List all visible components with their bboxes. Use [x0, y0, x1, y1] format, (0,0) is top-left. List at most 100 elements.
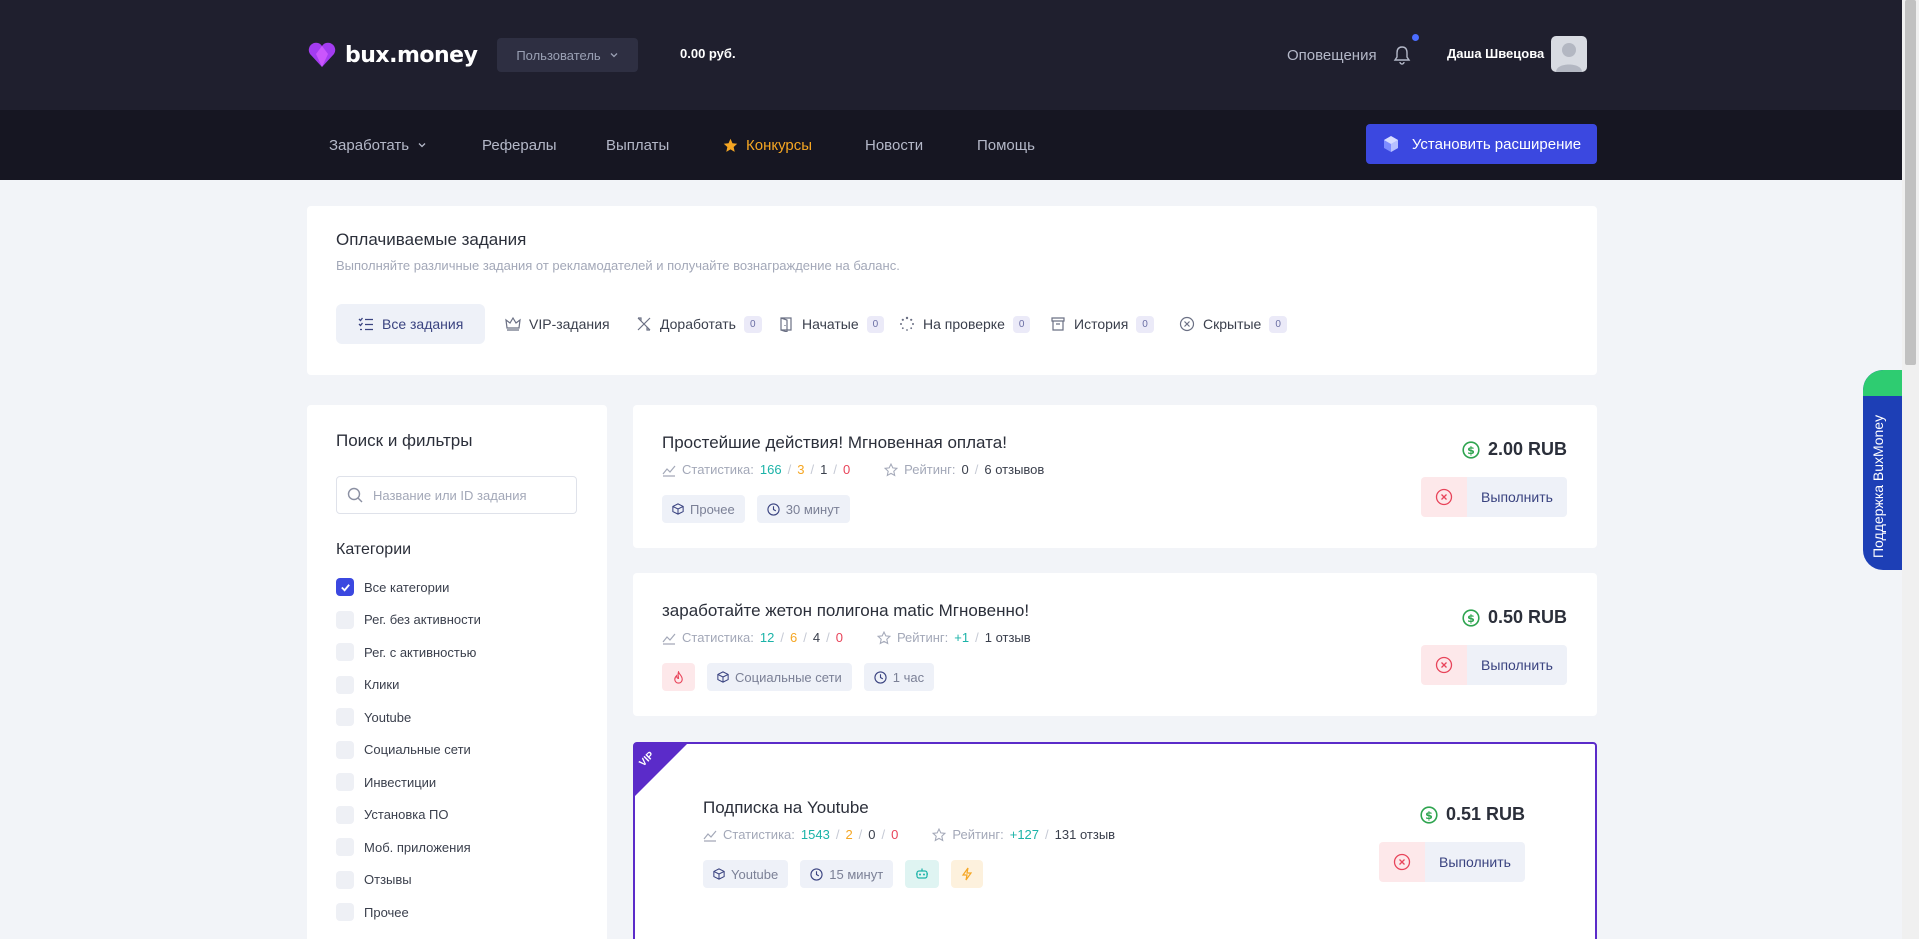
nav-referrals[interactable]: Рефералы	[482, 134, 557, 156]
category-software[interactable]: Установка ПО	[336, 799, 481, 832]
task-actions: Выполнить	[1379, 842, 1525, 882]
category-label: Клики	[364, 677, 400, 693]
star-outline-icon	[932, 827, 947, 841]
category-mobile-apps[interactable]: Моб. приложения	[336, 831, 481, 864]
nav-payouts-label: Выплаты	[606, 136, 670, 154]
checkbox[interactable]	[336, 870, 354, 889]
do-task-button[interactable]: Выполнить	[1467, 477, 1567, 517]
checkbox[interactable]	[336, 805, 354, 824]
close-circle-icon	[1393, 853, 1411, 871]
checkbox[interactable]	[336, 903, 354, 922]
task-stats: Статистика: 166/ 3/ 1/ 0 Рейтинг: 0/ 6 о…	[662, 462, 1044, 477]
vip-ribbon	[635, 744, 687, 796]
support-widget[interactable]: Поддержка BuxMoney	[1863, 370, 1902, 570]
category-label: Рег. с активностью	[364, 644, 477, 660]
page-scrollbar[interactable]	[1902, 0, 1919, 939]
task-card[interactable]: заработайте жетон полигона matic Мгновен…	[633, 573, 1597, 716]
rating-value: +127	[1009, 827, 1040, 842]
price-value: 2.00 RUB	[1487, 439, 1567, 459]
user-role-select[interactable]: Пользователь	[497, 38, 638, 72]
checkbox[interactable]	[336, 643, 354, 662]
main-nav	[0, 110, 1902, 180]
category-label: Рег. без активности	[364, 612, 481, 628]
nav-earn[interactable]: Заработать	[329, 134, 427, 156]
nav-contests[interactable]: Конкурсы	[723, 134, 812, 156]
category-clicks[interactable]: Клики	[336, 669, 481, 702]
task-tags: Youtube 15 минут	[703, 860, 984, 888]
scrollbar-thumb[interactable]	[1905, 0, 1916, 365]
door-icon	[780, 317, 792, 332]
box-icon	[672, 503, 684, 515]
star-icon	[723, 138, 738, 152]
category-all[interactable]: Все категории	[336, 571, 481, 604]
tab-hidden[interactable]: Скрытые 0	[1157, 304, 1309, 344]
category-investments[interactable]: Инвестиции	[336, 766, 481, 799]
archive-icon	[1051, 317, 1065, 331]
trend-icon	[703, 830, 717, 842]
do-task-button[interactable]: Выполнить	[1425, 842, 1525, 882]
checkbox[interactable]	[336, 773, 354, 792]
user-name[interactable]: Даша Швецова	[1447, 46, 1544, 61]
time-tag-label: 15 минут	[829, 866, 884, 882]
search-input[interactable]	[373, 487, 563, 503]
chevron-down-icon	[418, 143, 426, 148]
rating-label: Рейтинг:	[952, 827, 1004, 842]
checkbox[interactable]	[336, 675, 354, 694]
list-check-icon	[358, 317, 373, 331]
tab-vip-tasks[interactable]: VIP-задания	[483, 304, 632, 344]
tab-all-tasks[interactable]: Все задания	[336, 304, 486, 344]
category-tag: Прочее	[662, 495, 745, 523]
clock-icon	[874, 670, 887, 684]
bell-icon[interactable]	[1391, 34, 1419, 66]
logo[interactable]: bux.money	[307, 40, 478, 70]
time-tag-label: 1 час	[892, 669, 925, 685]
rating-value: +1	[954, 630, 970, 645]
hide-task-button[interactable]	[1421, 645, 1467, 685]
cube-icon	[1383, 136, 1398, 152]
category-social[interactable]: Социальные сети	[336, 734, 481, 767]
categories-title: Категории	[336, 541, 412, 558]
checkbox[interactable]	[336, 740, 354, 759]
task-title[interactable]: заработайте жетон полигона matic Мгновен…	[662, 601, 1029, 621]
notifications[interactable]: Оповещения	[1287, 34, 1419, 66]
nav-contests-label: Конкурсы	[746, 136, 813, 154]
time-tag: 1 час	[863, 663, 935, 691]
hide-task-button[interactable]	[1421, 477, 1467, 517]
do-task-button[interactable]: Выполнить	[1467, 645, 1567, 685]
tab-history-label: История	[1074, 316, 1129, 332]
task-title[interactable]: Подписка на Youtube	[703, 798, 869, 818]
tasks-header-card: Оплачиваемые задания Выполняйте различны…	[307, 206, 1597, 375]
task-actions: Выполнить	[1421, 645, 1567, 685]
vip-task-card[interactable]: VIP Подписка на Youtube Статистика: 1543…	[633, 742, 1597, 939]
category-youtube[interactable]: Youtube	[336, 701, 481, 734]
checkbox-checked[interactable]	[336, 578, 354, 597]
nav-payouts[interactable]: Выплаты	[606, 134, 669, 156]
support-accent	[1863, 370, 1902, 396]
avatar[interactable]	[1551, 36, 1587, 72]
checkbox[interactable]	[336, 610, 354, 629]
category-reg-activity[interactable]: Рег. с активностью	[336, 636, 481, 669]
hide-task-button[interactable]	[1379, 842, 1425, 882]
tab-on-review[interactable]: На проверке 0	[877, 304, 1052, 344]
category-reviews[interactable]: Отзывы	[336, 864, 481, 897]
category-tag-label: Прочее	[690, 501, 735, 517]
task-title[interactable]: Простейшие действия! Мгновенная оплата!	[662, 433, 1007, 453]
price-value: 0.50 RUB	[1487, 607, 1567, 627]
category-other[interactable]: Прочее	[336, 896, 481, 929]
install-extension-button[interactable]: Установить расширение	[1366, 124, 1597, 164]
category-reg-no-activity[interactable]: Рег. без активности	[336, 604, 481, 637]
user-role-label: Пользователь	[516, 47, 601, 63]
nav-news[interactable]: Новости	[865, 134, 923, 156]
nav-help[interactable]: Помощь	[977, 134, 1035, 156]
tab-history[interactable]: История 0	[1028, 304, 1176, 344]
dollar-circle-icon: $	[1462, 440, 1480, 459]
checkbox[interactable]	[336, 708, 354, 727]
category-tag: Youtube	[703, 860, 789, 888]
tab-all-tasks-label: Все задания	[382, 316, 464, 332]
search-box[interactable]	[336, 476, 577, 514]
price-value: 0.51 RUB	[1445, 804, 1525, 824]
task-card[interactable]: Простейшие действия! Мгновенная оплата! …	[633, 405, 1597, 548]
tools-icon	[637, 317, 651, 331]
box-icon	[713, 868, 725, 880]
checkbox[interactable]	[336, 838, 354, 857]
